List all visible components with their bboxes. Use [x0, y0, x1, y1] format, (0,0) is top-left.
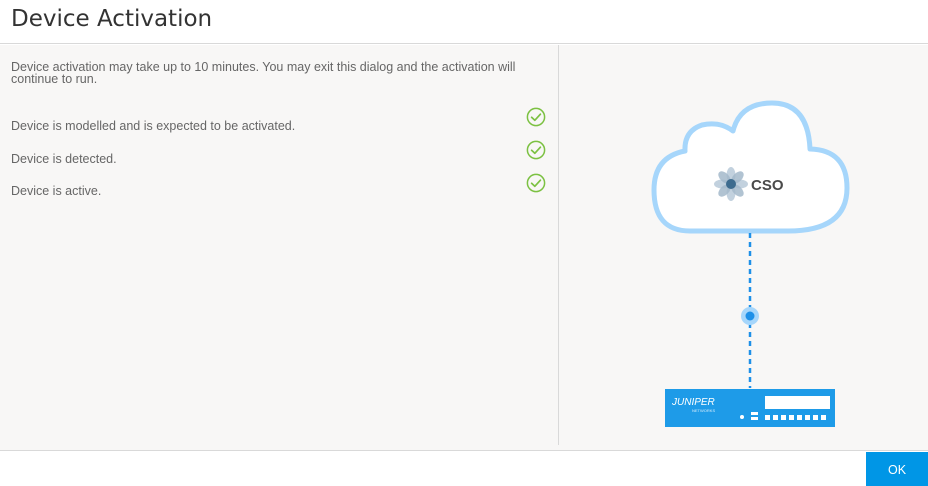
step-label: Device is detected.: [11, 152, 117, 166]
device-brand: JUNIPER: [671, 397, 715, 408]
step-modelled: Device is modelled and is expected to be…: [11, 119, 295, 133]
dialog-body: Device activation may take up to 10 minu…: [0, 45, 928, 450]
cloud-icon: [651, 100, 850, 234]
device-brand-sub: NETWORKS: [692, 408, 715, 413]
step-active: Device is active.: [11, 184, 101, 198]
dialog-footer: OK: [0, 450, 928, 486]
dialog-header: Device Activation: [0, 0, 928, 44]
check-circle-icon: [526, 107, 546, 127]
check-circle-icon: [526, 173, 546, 193]
dialog-title: Device Activation: [11, 6, 213, 32]
step-label: Device is modelled and is expected to be…: [11, 119, 296, 133]
device-icon: JUNIPER NETWORKS: [665, 389, 835, 427]
check-circle-icon: [526, 140, 546, 160]
step-detected: Device is detected.: [11, 152, 117, 166]
connection-node: [745, 311, 755, 321]
activation-intro-text: Device activation may take up to 10 minu…: [11, 60, 516, 86]
step-label: Device is active.: [11, 184, 102, 198]
device-activation-dialog: Device Activation Device activation may …: [0, 0, 928, 486]
ok-button[interactable]: OK: [866, 452, 928, 486]
cloud-label: CSO: [751, 177, 784, 194]
activation-illustration-pane: CSO JUNIPER NETWORKS: [560, 45, 928, 450]
activation-status-pane: Device activation may take up to 10 minu…: [0, 45, 559, 445]
cso-device-illustration: CSO JUNIPER NETWORKS: [651, 100, 850, 427]
